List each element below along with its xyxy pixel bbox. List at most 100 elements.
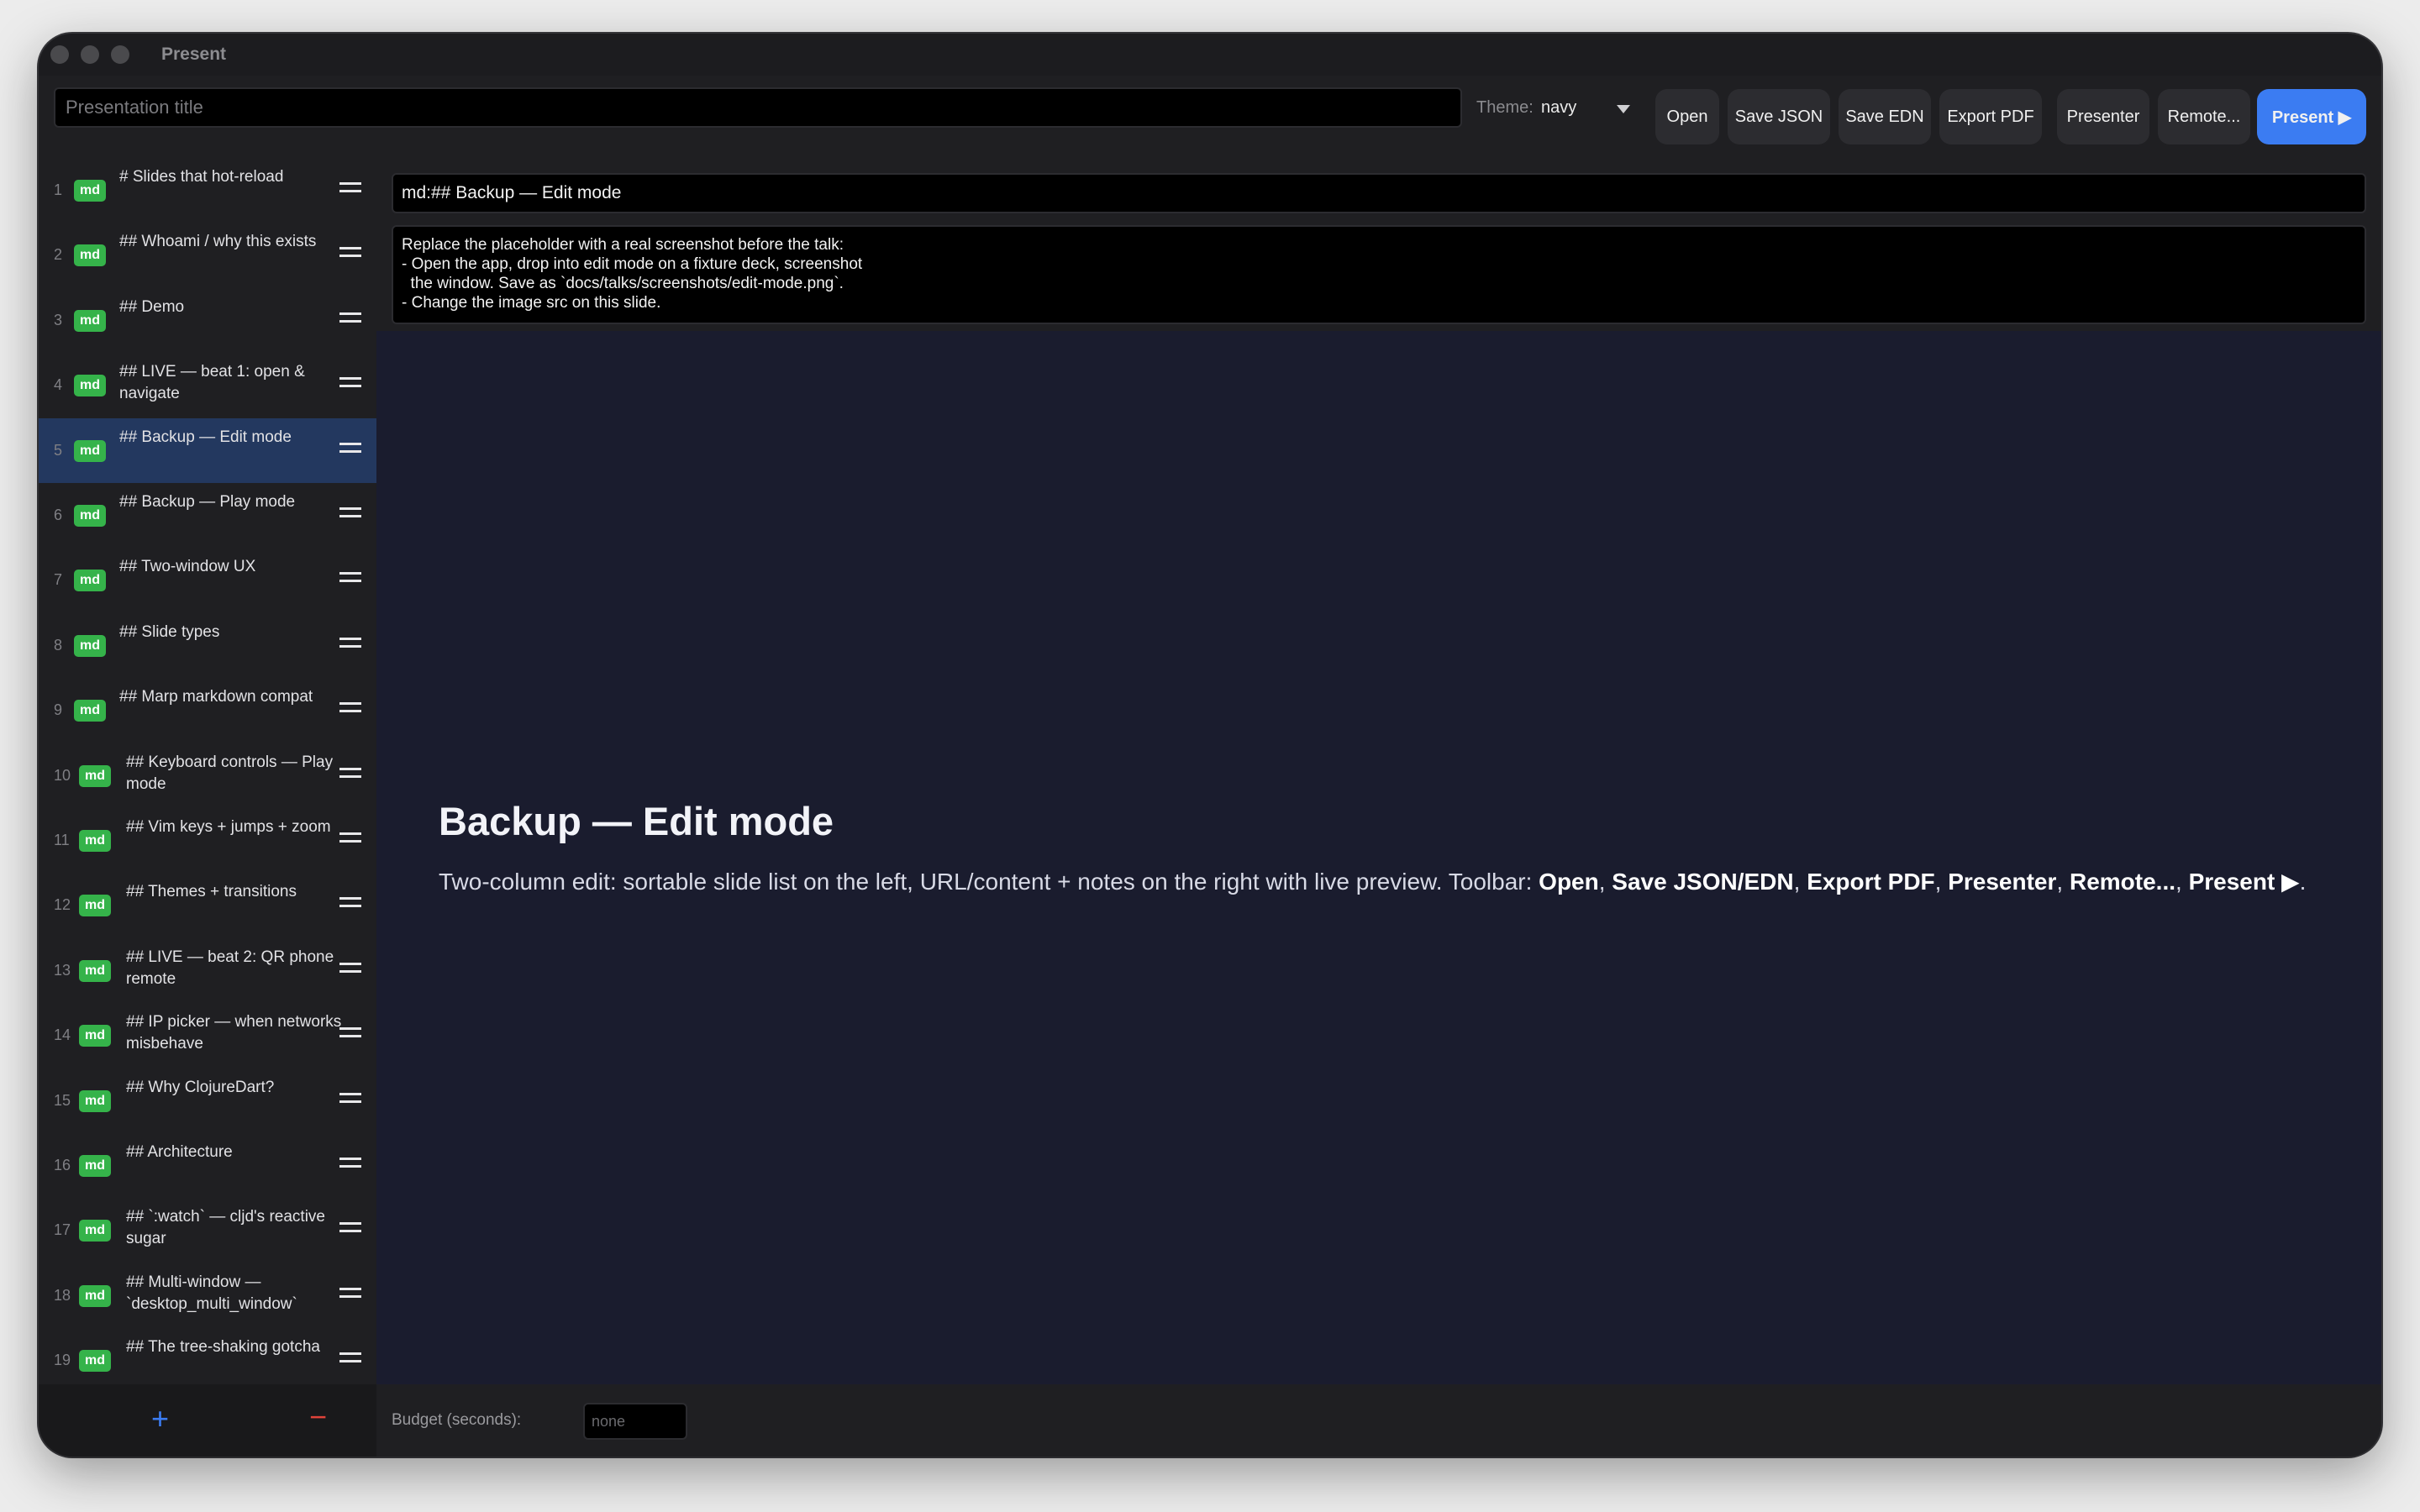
preview-bold-export: Export PDF bbox=[1807, 869, 1935, 895]
slide-list-item[interactable]: 7 md ## Two-window UX bbox=[39, 548, 376, 612]
app-window: Present Theme: navy Open Save JSON Save … bbox=[39, 34, 2381, 1457]
slide-content-input[interactable] bbox=[392, 173, 2366, 213]
close-window-button[interactable] bbox=[50, 45, 69, 64]
slide-list-item[interactable]: 11 md ## Vim keys + jumps + zoom bbox=[39, 808, 376, 873]
theme-select[interactable]: navy bbox=[1541, 98, 1576, 118]
slide-list-item-label: ## `:watch` — cljd's reactive sugar bbox=[126, 1208, 325, 1248]
markdown-badge: md bbox=[79, 1155, 111, 1177]
drag-handle-icon[interactable] bbox=[339, 1158, 361, 1168]
remove-slide-button[interactable]: − bbox=[309, 1399, 327, 1435]
markdown-badge: md bbox=[79, 1350, 111, 1373]
slide-number: 13 bbox=[54, 961, 71, 979]
budget-input[interactable] bbox=[583, 1403, 687, 1440]
slide-list-item-label: ## Multi-window — `desktop_multi_window` bbox=[126, 1273, 297, 1313]
slide-list-item[interactable]: 19 md ## The tree-shaking gotcha bbox=[39, 1328, 376, 1373]
drag-handle-icon[interactable] bbox=[339, 962, 361, 973]
present-button[interactable]: Present ▶ bbox=[2257, 89, 2366, 144]
slide-list-item-label: ## Architecture bbox=[126, 1143, 233, 1161]
slide-list-item[interactable]: 12 md ## Themes + transitions bbox=[39, 873, 376, 937]
slide-list-item[interactable]: 15 md ## Why ClojureDart? bbox=[39, 1068, 376, 1133]
slide-list-item[interactable]: 2 md ## Whoami / why this exists bbox=[39, 223, 376, 287]
drag-handle-icon[interactable] bbox=[339, 1352, 361, 1363]
remote-button[interactable]: Remote... bbox=[2158, 89, 2250, 144]
slide-list-item-label: # Slides that hot-reload bbox=[119, 168, 284, 186]
drag-handle-icon[interactable] bbox=[339, 1027, 361, 1038]
markdown-badge: md bbox=[79, 764, 111, 787]
slide-list-item[interactable]: 9 md ## Marp markdown compat bbox=[39, 678, 376, 743]
export-pdf-button[interactable]: Export PDF bbox=[1939, 89, 2042, 144]
slide-list-item-label: ## Backup — Play mode bbox=[119, 493, 296, 511]
preview-bold-remote: Remote... bbox=[2069, 869, 2175, 895]
markdown-badge: md bbox=[79, 895, 111, 917]
markdown-badge: md bbox=[79, 1284, 111, 1307]
presenter-button[interactable]: Presenter bbox=[2057, 89, 2149, 144]
markdown-badge: md bbox=[74, 570, 106, 592]
add-slide-button[interactable]: + bbox=[151, 1401, 169, 1436]
window-title: Present bbox=[161, 45, 227, 64]
drag-handle-icon[interactable] bbox=[339, 182, 361, 192]
drag-handle-icon[interactable] bbox=[339, 832, 361, 843]
slide-list-item-label: ## LIVE — beat 1: open & navigate bbox=[119, 363, 305, 403]
title-bar: Present bbox=[39, 34, 2381, 76]
markdown-badge: md bbox=[74, 375, 106, 397]
drag-handle-icon[interactable] bbox=[339, 377, 361, 388]
drag-handle-icon[interactable] bbox=[339, 507, 361, 517]
drag-handle-icon[interactable] bbox=[339, 572, 361, 583]
drag-handle-icon[interactable] bbox=[339, 312, 361, 323]
slide-list-item[interactable]: 17 md ## `:watch` — cljd's reactive sugar bbox=[39, 1198, 376, 1263]
slide-list-item-label: ## Why ClojureDart? bbox=[126, 1078, 275, 1096]
slide-list-item-label: ## Themes + transitions bbox=[126, 883, 297, 901]
slide-list-item[interactable]: 14 md ## IP picker — when networks misbeha… bbox=[39, 1003, 376, 1068]
slide-list-item[interactable]: 10 md ## Keyboard controls — Play mode bbox=[39, 743, 376, 808]
save-json-button[interactable]: Save JSON bbox=[1728, 89, 1830, 144]
budget-label: Budget (seconds): bbox=[392, 1411, 522, 1429]
preview-bold-present: Present ▶ bbox=[2188, 869, 2300, 895]
preview-bold-open: Open bbox=[1539, 869, 1599, 895]
slide-list-item-label: ## Two-window UX bbox=[119, 558, 256, 576]
markdown-badge: md bbox=[79, 1220, 111, 1242]
drag-handle-icon[interactable] bbox=[339, 767, 361, 778]
drag-handle-icon[interactable] bbox=[339, 897, 361, 908]
drag-handle-icon[interactable] bbox=[339, 1092, 361, 1103]
slide-list-item-label: ## Slide types bbox=[119, 622, 220, 641]
theme-label: Theme: bbox=[1476, 98, 1534, 117]
slide-list-item-label: ## The tree-shaking gotcha bbox=[126, 1338, 320, 1357]
presentation-title-input[interactable] bbox=[54, 87, 1462, 128]
preview-slide-title: Backup — Edit mode bbox=[439, 799, 834, 843]
preview-end: . bbox=[2299, 869, 2307, 895]
save-edn-button[interactable]: Save EDN bbox=[1839, 89, 1931, 144]
zoom-window-button[interactable] bbox=[111, 45, 129, 64]
slide-list-item-label: ## IP picker — when networks misbehave bbox=[126, 1013, 342, 1053]
markdown-badge: md bbox=[79, 1089, 111, 1112]
drag-handle-icon[interactable] bbox=[339, 1222, 361, 1233]
drag-handle-icon[interactable] bbox=[339, 247, 361, 258]
drag-handle-icon[interactable] bbox=[339, 637, 361, 648]
slide-list-item[interactable]: 8 md ## Slide types bbox=[39, 613, 376, 678]
drag-handle-icon[interactable] bbox=[339, 442, 361, 453]
slide-list-item[interactable]: 18 md ## Multi-window — `desktop_multi_win… bbox=[39, 1263, 376, 1328]
slide-list-item[interactable]: 3 md ## Demo bbox=[39, 288, 376, 353]
slide-list: 1 md # Slides that hot-reload 2 md ## Whoami … bbox=[39, 151, 376, 1373]
slide-list-item[interactable]: 4 md ## LIVE — beat 1: open & navigate bbox=[39, 353, 376, 417]
slide-list-item-label: ## Vim keys + jumps + zoom bbox=[126, 818, 331, 836]
drag-handle-icon[interactable] bbox=[339, 702, 361, 713]
slide-list-item-label: ## Whoami / why this exists bbox=[119, 233, 317, 251]
minimize-window-button[interactable] bbox=[81, 45, 99, 64]
slide-list-item[interactable]: 1 md # Slides that hot-reload bbox=[39, 158, 376, 223]
drag-handle-icon[interactable] bbox=[339, 1287, 361, 1298]
markdown-badge: md bbox=[79, 830, 111, 852]
slide-list-item[interactable]: 13 md ## LIVE — beat 2: QR phone remote bbox=[39, 938, 376, 1003]
open-button[interactable]: Open bbox=[1655, 89, 1719, 144]
speaker-notes-textarea[interactable]: Replace the placeholder with a real scre… bbox=[392, 225, 2366, 324]
slide-list-item-label: ## Demo bbox=[119, 297, 185, 316]
markdown-badge: md bbox=[74, 244, 106, 267]
slide-list-item[interactable]: 5 md ## Backup — Edit mode bbox=[39, 417, 376, 483]
preview-body-text: Two-column edit: sortable slide list on … bbox=[439, 869, 1539, 895]
markdown-badge: md bbox=[74, 180, 106, 202]
preview-bold-presenter: Presenter bbox=[1948, 869, 2057, 895]
slide-list-item[interactable]: 6 md ## Backup — Play mode bbox=[39, 483, 376, 548]
slide-list-item[interactable]: 16 md ## Architecture bbox=[39, 1133, 376, 1198]
markdown-badge: md bbox=[74, 439, 106, 462]
chevron-down-icon[interactable] bbox=[1617, 105, 1630, 113]
markdown-badge: md bbox=[74, 309, 106, 332]
